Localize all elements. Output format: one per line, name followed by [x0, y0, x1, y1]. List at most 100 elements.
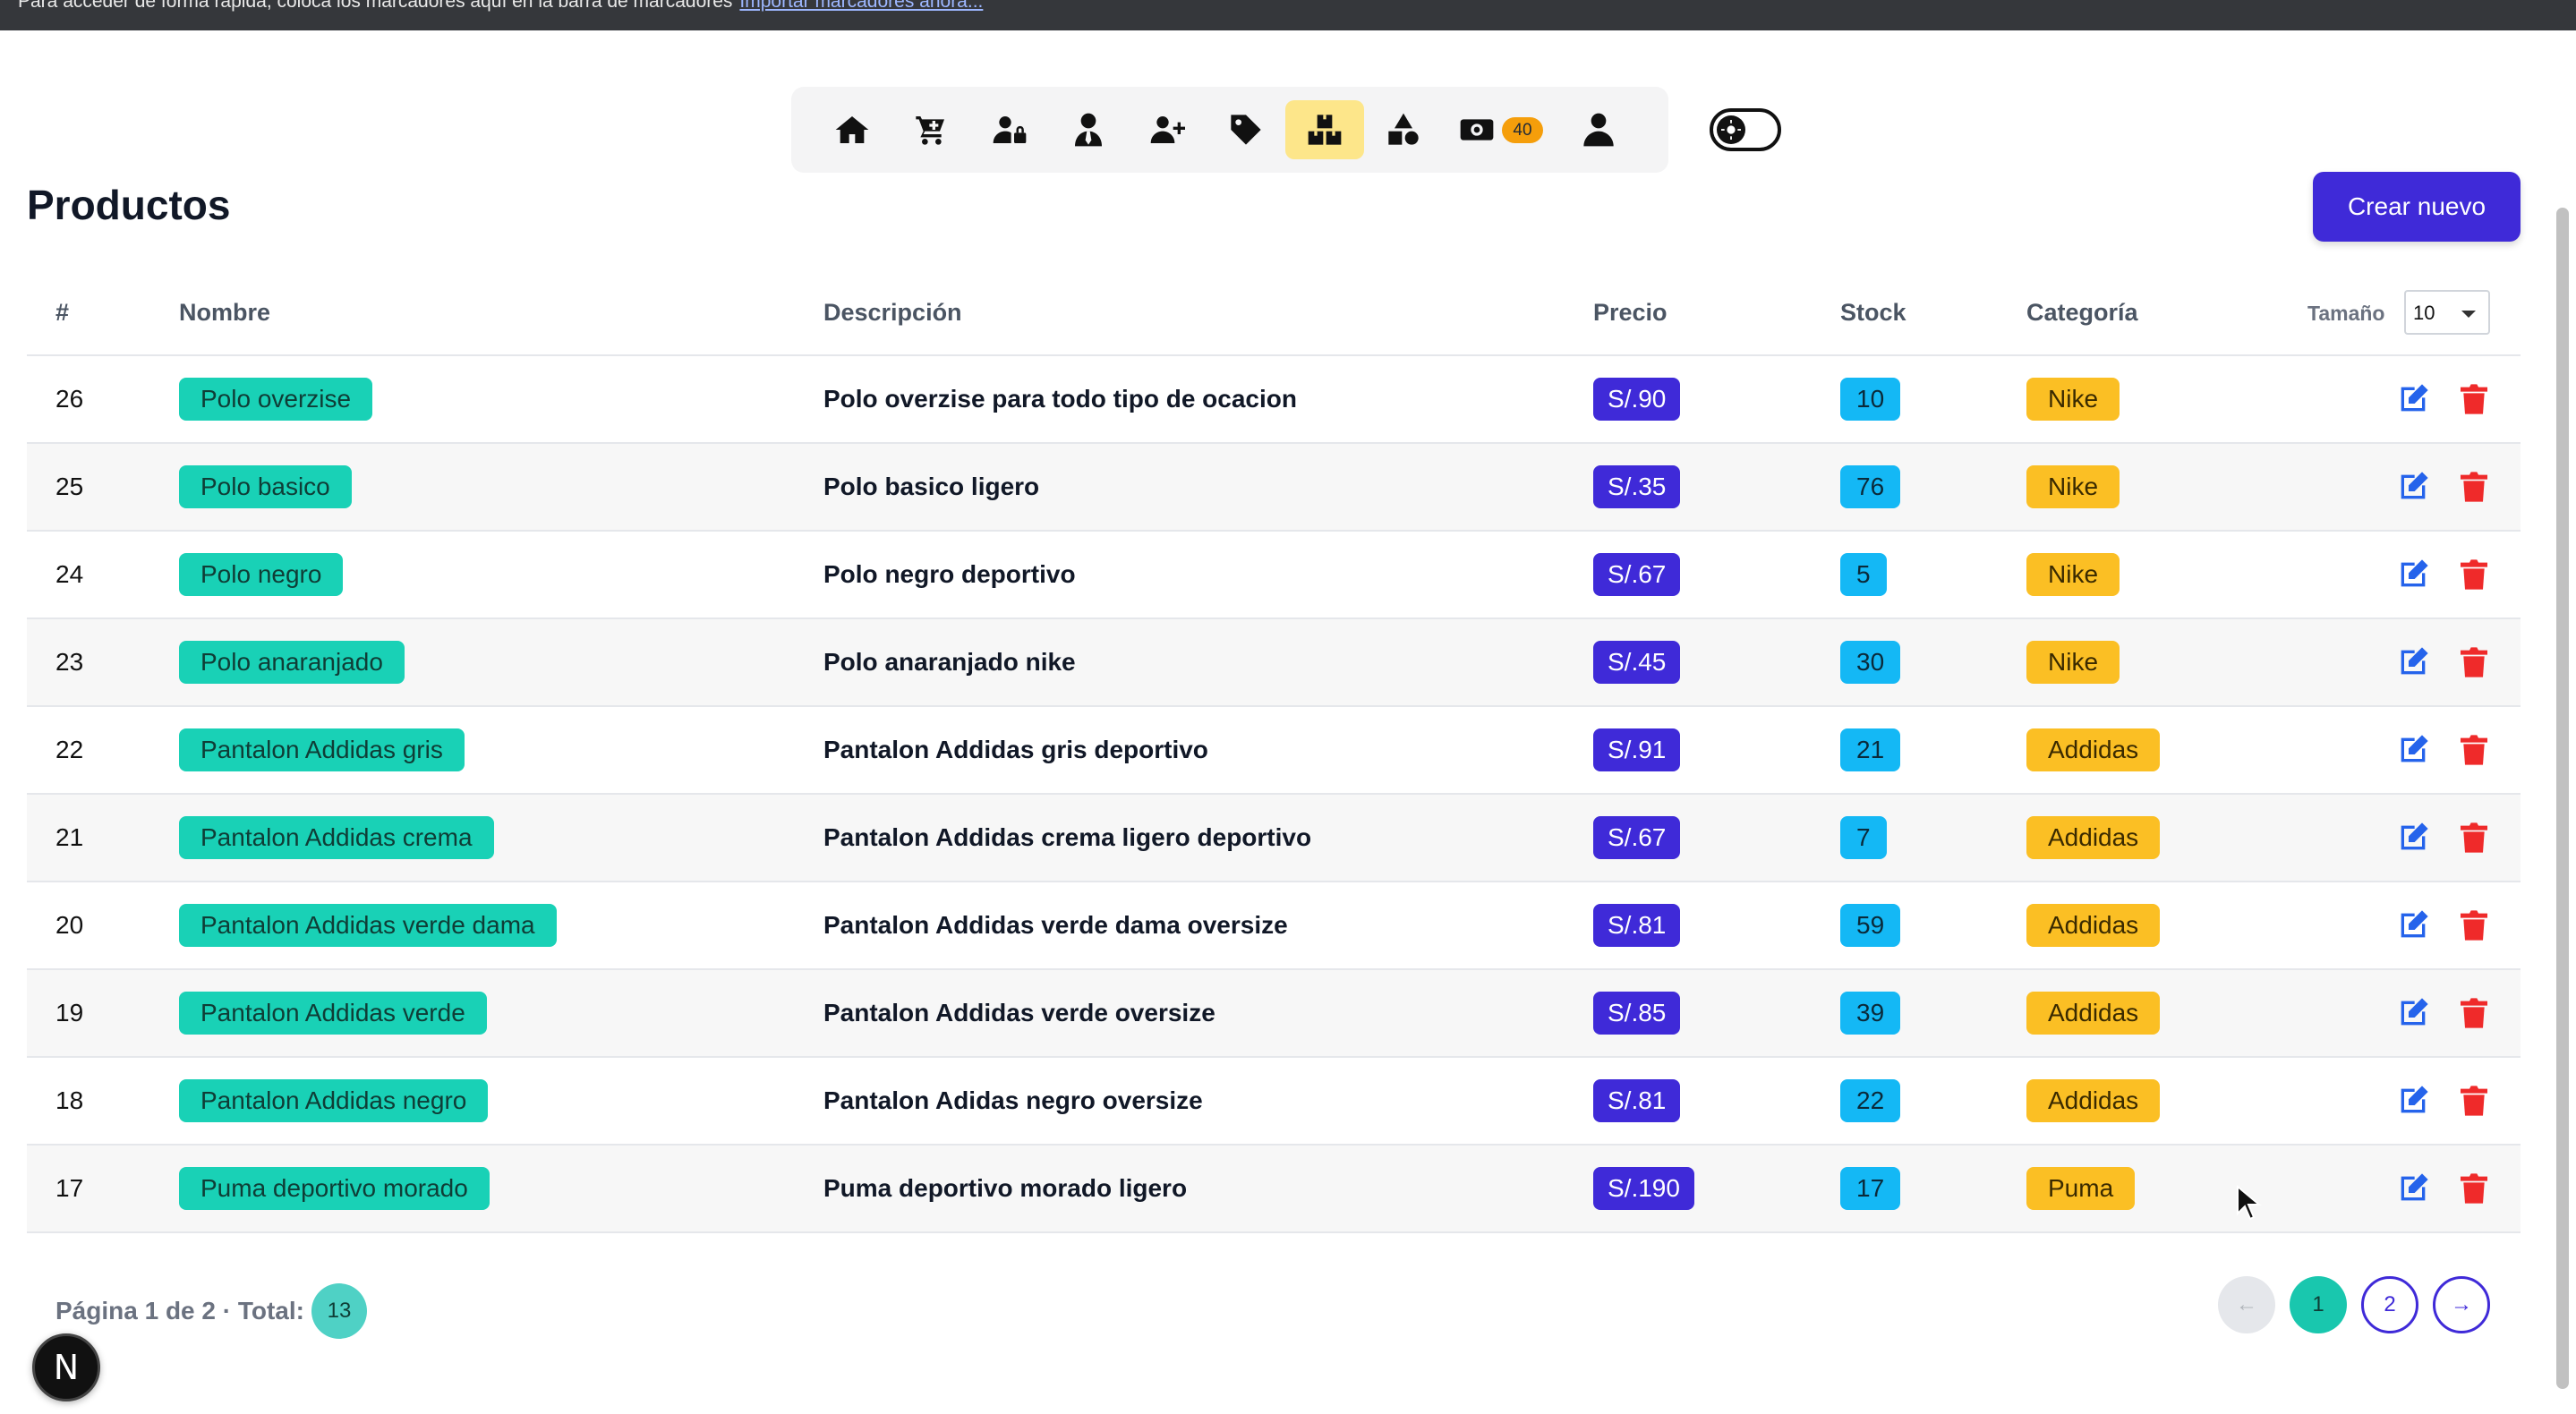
row-name-cell: Pantalon Addidas verde dama [179, 882, 557, 968]
row-description: Polo overzise para todo tipo de ocacion [823, 385, 1297, 413]
price-badge: S/.91 [1593, 728, 1681, 771]
delete-icon[interactable] [2456, 820, 2492, 856]
table-row: 25 Polo basico Polo basico ligero S/.35 76 Ni… [27, 444, 2521, 532]
row-price-cell: S/.85 [1593, 970, 1681, 1056]
category-badge: Nike [2026, 553, 2120, 596]
nav-users-admin[interactable] [970, 100, 1049, 159]
row-price-cell: S/.81 [1593, 1058, 1681, 1144]
row-description: Pantalon Addidas verde dama oversize [823, 911, 1288, 939]
row-description: Polo basico ligero [823, 473, 1040, 500]
nav-payments[interactable]: 40 [1443, 100, 1559, 159]
edit-icon[interactable] [2395, 644, 2431, 680]
delete-icon[interactable] [2456, 1083, 2492, 1119]
home-icon [835, 116, 869, 143]
row-description: Pantalon Addidas verde oversize [823, 999, 1215, 1026]
nav-home[interactable] [813, 100, 891, 159]
stock-badge: 21 [1840, 728, 1901, 771]
delete-icon[interactable] [2456, 1171, 2492, 1206]
edit-icon[interactable] [2395, 1083, 2431, 1119]
page-size-value: 10 [2413, 302, 2435, 324]
delete-icon[interactable] [2456, 644, 2492, 680]
sun-icon [1721, 120, 1741, 140]
price-badge: S/.85 [1593, 992, 1681, 1035]
nextjs-dev-indicator[interactable]: N [32, 1333, 100, 1401]
table-body: 26 Polo overzise Polo overzise para todo t… [27, 356, 2521, 1233]
edit-icon[interactable] [2395, 995, 2431, 1031]
row-name-cell: Pantalon Addidas crema [179, 795, 494, 881]
delete-icon[interactable] [2456, 557, 2492, 592]
row-category-cell: Puma [2026, 1146, 2136, 1231]
price-badge: S/.81 [1593, 1079, 1681, 1122]
row-name-cell: Polo basico [179, 444, 352, 530]
edit-icon[interactable] [2395, 1171, 2431, 1206]
row-id: 18 [55, 1086, 84, 1114]
nav-products[interactable] [1285, 100, 1364, 159]
import-bookmarks-link[interactable]: Importar marcadores ahora... [739, 0, 983, 12]
nav-employees[interactable] [1049, 100, 1128, 159]
row-name-cell: Puma deportivo morado [179, 1146, 490, 1231]
row-category-cell: Addidas [2026, 1058, 2161, 1144]
delete-icon[interactable] [2456, 732, 2492, 768]
products-table: # Nombre Descripción Precio Stock Catego… [27, 268, 2521, 1233]
row-actions [2395, 1058, 2492, 1144]
tag-icon [1231, 115, 1261, 145]
price-badge: S/.45 [1593, 641, 1681, 684]
delete-icon[interactable] [2456, 995, 2492, 1031]
nav-profile[interactable] [1559, 100, 1638, 159]
row-name-cell: Pantalon Addidas gris [179, 707, 465, 793]
delete-icon[interactable] [2456, 907, 2492, 943]
theme-toggle[interactable] [1710, 108, 1781, 151]
category-badge: Nike [2026, 378, 2120, 421]
table-header: # Nombre Descripción Precio Stock Catego… [27, 268, 2521, 356]
product-name-badge: Pantalon Addidas verde dama [179, 904, 557, 947]
row-category-cell: Nike [2026, 444, 2120, 530]
product-name-badge: Pantalon Addidas negro [179, 1079, 489, 1122]
edit-icon[interactable] [2395, 381, 2431, 417]
page-size-select[interactable]: 10 [2404, 290, 2490, 335]
nav-sales[interactable] [891, 100, 970, 159]
row-stock-cell: 5 [1840, 532, 1887, 618]
prev-page-button[interactable]: ← [2218, 1276, 2275, 1333]
nav-add-client[interactable] [1128, 100, 1207, 159]
row-description: Pantalon Addidas gris deportivo [823, 736, 1208, 763]
stock-badge: 39 [1840, 992, 1901, 1035]
column-header-id: # [55, 299, 70, 326]
next-page-button[interactable]: → [2433, 1276, 2490, 1333]
page-size-label: Tamaño [2307, 302, 2385, 325]
row-stock-cell: 10 [1840, 356, 1901, 442]
pagination-info: Página 1 de 2 · Total: 13 [55, 1283, 367, 1339]
delete-icon[interactable] [2456, 381, 2492, 417]
scrollbar[interactable] [2556, 208, 2569, 1389]
row-stock-cell: 7 [1840, 795, 1887, 881]
total-count-badge: 13 [311, 1283, 367, 1339]
price-badge: S/.190 [1593, 1167, 1694, 1210]
money-bill-icon [1461, 119, 1494, 141]
edit-icon[interactable] [2395, 907, 2431, 943]
edit-icon[interactable] [2395, 469, 2431, 505]
row-actions [2395, 970, 2492, 1056]
edit-icon[interactable] [2395, 732, 2431, 768]
page-title: Productos [27, 182, 231, 228]
nav-categories[interactable] [1364, 100, 1443, 159]
edit-icon[interactable] [2395, 820, 2431, 856]
mouse-cursor-icon [2237, 1185, 2262, 1221]
row-actions [2395, 619, 2492, 705]
row-id: 24 [55, 560, 84, 588]
create-new-button[interactable]: Crear nuevo [2313, 172, 2521, 242]
edit-icon[interactable] [2395, 557, 2431, 592]
product-name-badge: Puma deportivo morado [179, 1167, 490, 1210]
row-price-cell: S/.35 [1593, 444, 1681, 530]
row-stock-cell: 22 [1840, 1058, 1901, 1144]
row-actions [2395, 882, 2492, 968]
user-plus-icon [1150, 116, 1185, 143]
row-category-cell: Nike [2026, 532, 2120, 618]
bookmarks-bar: Para acceder de forma rápida, coloca los… [0, 0, 2576, 30]
product-name-badge: Pantalon Addidas verde [179, 992, 487, 1035]
delete-icon[interactable] [2456, 469, 2492, 505]
column-header-category: Categoría [2026, 299, 2138, 326]
row-name-cell: Polo overzise [179, 356, 373, 442]
page-button-2[interactable]: 2 [2361, 1276, 2418, 1333]
page-button-1[interactable]: 1 [2290, 1276, 2347, 1333]
row-name-cell: Polo anaranjado [179, 619, 405, 705]
nav-tags[interactable] [1207, 100, 1285, 159]
